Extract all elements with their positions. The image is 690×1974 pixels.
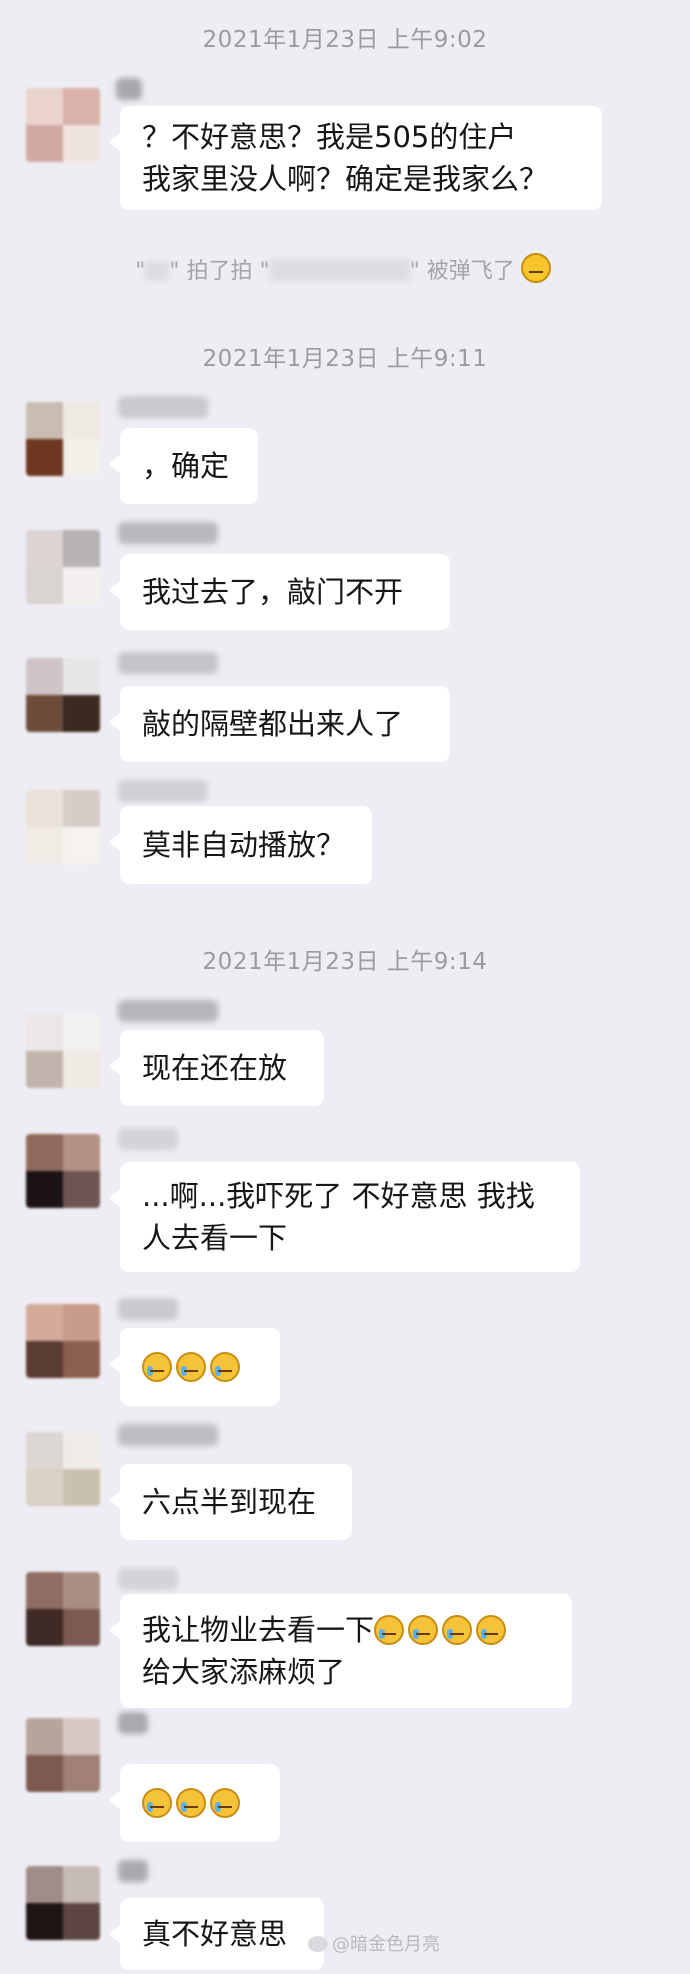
message-bubble[interactable]: 敲的隔壁都出来人了 xyxy=(109,686,450,762)
avatar[interactable] xyxy=(26,658,100,732)
message-bubble[interactable]: 现在还在放 xyxy=(109,1030,324,1106)
tear-smile-icon xyxy=(476,1615,507,1645)
loudly-crying-icon xyxy=(176,1788,206,1818)
message-text: ？不好意思？我是505的住户 xyxy=(142,120,517,154)
avatar[interactable] xyxy=(26,530,100,604)
tear-smile-icon xyxy=(176,1352,206,1382)
laughing-icon xyxy=(520,253,551,283)
message-text: 我让物业去看一下 xyxy=(142,1613,375,1647)
tear-smile-icon xyxy=(374,1615,405,1645)
watermark: @暗金色月亮 xyxy=(308,1930,440,1956)
avatar[interactable] xyxy=(26,1014,100,1088)
nickname-blur xyxy=(118,1568,178,1590)
tear-smile-icon xyxy=(408,1615,439,1645)
message-text xyxy=(142,1346,258,1388)
message-text: 现在还在放 xyxy=(142,1051,288,1085)
name-blur xyxy=(145,261,170,281)
timestamp: 2021年1月23日 上午9:02 xyxy=(202,27,488,53)
avatar[interactable] xyxy=(26,1866,100,1940)
nickname-blur xyxy=(118,1298,178,1320)
avatar[interactable] xyxy=(26,790,100,864)
avatar[interactable] xyxy=(26,1718,100,1792)
timestamp: 2021年1月23日 上午9:14 xyxy=(202,949,488,975)
loudly-crying-icon xyxy=(210,1788,240,1818)
watermark-text: @暗金色月亮 xyxy=(332,1934,440,1955)
message-bubble[interactable]: ？不好意思？我是505的住户 我家里没人啊？确定是我家么？ xyxy=(109,106,602,210)
message-bubble[interactable]: ，确定 xyxy=(109,428,258,504)
avatar[interactable] xyxy=(26,402,100,476)
nickname-blur xyxy=(118,780,208,802)
nickname-blur xyxy=(118,652,218,674)
avatar[interactable] xyxy=(26,1304,100,1378)
nickname-blur xyxy=(118,396,208,418)
message-bubble[interactable]: ...啊...我吓死了 不好意思 我找 人去看一下 xyxy=(109,1162,580,1272)
system-text: " 被弹飞了 xyxy=(409,259,515,284)
message-text xyxy=(142,1782,258,1824)
nickname-blur xyxy=(118,1712,148,1734)
message-text: 我过去了，敲门不开 xyxy=(142,575,404,609)
message-text: 我让物业去看一下 xyxy=(142,1609,550,1651)
nickname-blur xyxy=(118,1860,148,1882)
avatar[interactable] xyxy=(26,1572,100,1646)
message-bubble[interactable]: 莫非自动播放？ xyxy=(109,806,372,884)
nickname-blur xyxy=(118,522,218,544)
nickname-blur xyxy=(118,1000,218,1022)
avatar[interactable] xyxy=(26,1134,100,1208)
message-bubble[interactable]: 我让物业去看一下 给大家添麻烦了 xyxy=(109,1594,572,1708)
message-bubble[interactable]: 六点半到现在 xyxy=(109,1464,352,1540)
message-bubble[interactable]: 真不好意思 xyxy=(109,1898,324,1970)
weibo-icon xyxy=(308,1936,328,1952)
tear-smile-icon xyxy=(142,1352,172,1382)
message-text: 人去看一下 xyxy=(142,1221,288,1255)
avatar[interactable] xyxy=(26,1432,100,1506)
tear-smile-icon xyxy=(210,1352,240,1382)
system-message: " " 拍了拍 " " 被弹飞了 xyxy=(0,253,690,285)
message-bubble[interactable]: 我过去了，敲门不开 xyxy=(109,554,450,630)
message-bubble[interactable] xyxy=(109,1328,280,1406)
avatar[interactable] xyxy=(26,88,100,162)
name-blur xyxy=(269,259,410,281)
message-text: ...啊...我吓死了 不好意思 我找 xyxy=(142,1179,535,1213)
message-bubble[interactable] xyxy=(109,1764,280,1842)
nickname-blur xyxy=(116,78,142,100)
message-text: 六点半到现在 xyxy=(142,1485,317,1519)
message-text: ，确定 xyxy=(142,449,230,483)
message-text: 给大家添麻烦了 xyxy=(142,1655,346,1689)
tear-smile-icon xyxy=(442,1615,473,1645)
nickname-blur xyxy=(118,1424,218,1446)
message-text: 莫非自动播放？ xyxy=(142,828,346,862)
message-text: 真不好意思 xyxy=(142,1917,288,1951)
message-text: 敲的隔壁都出来人了 xyxy=(142,707,404,741)
nickname-blur xyxy=(118,1128,178,1150)
system-text: " xyxy=(135,259,146,284)
timestamp: 2021年1月23日 上午9:11 xyxy=(202,346,488,372)
message-text: 我家里没人啊？确定是我家么？ xyxy=(142,162,549,196)
loudly-crying-icon xyxy=(142,1788,172,1818)
